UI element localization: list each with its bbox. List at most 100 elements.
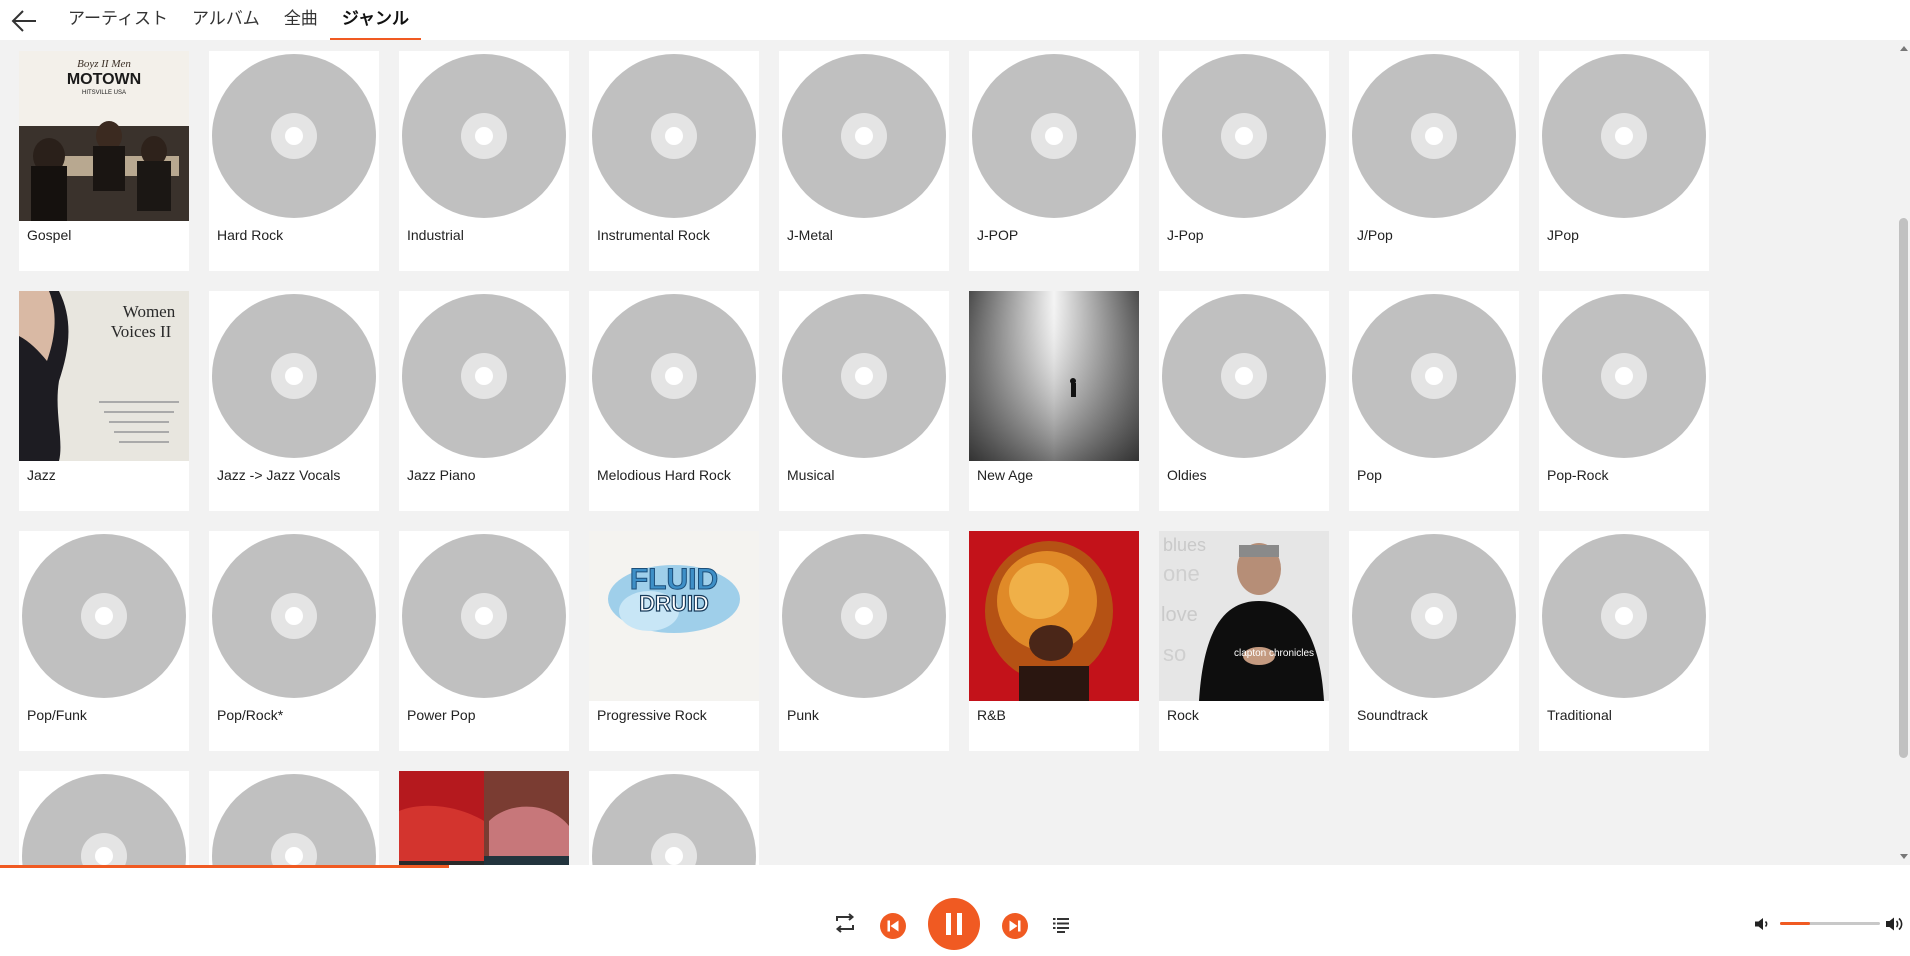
- genre-artwork: [969, 531, 1139, 701]
- tab-artists[interactable]: アーティスト: [56, 0, 180, 40]
- genre-card[interactable]: J/Pop: [1349, 51, 1519, 271]
- genre-card[interactable]: Jazz -> Jazz Vocals: [209, 291, 379, 511]
- genre-grid-viewport: Boyz II Men MOTOWN HITSVILLE USA Gospel H…: [0, 40, 1897, 865]
- genre-card[interactable]: R&B: [969, 531, 1139, 751]
- genre-label: Jazz -> Jazz Vocals: [217, 467, 341, 483]
- genre-card[interactable]: Pop-Rock: [1539, 291, 1709, 511]
- genre-artwork: [779, 291, 949, 461]
- genre-card[interactable]: Instrumental Rock: [589, 51, 759, 271]
- genre-artwork: [19, 771, 189, 865]
- genre-label: Rock: [1167, 707, 1199, 723]
- genre-card[interactable]: J-Metal: [779, 51, 949, 271]
- mute-button[interactable]: [1752, 914, 1772, 934]
- genre-card[interactable]: Punk: [779, 531, 949, 751]
- genre-card[interactable]: Jazz Piano: [399, 291, 569, 511]
- disc-placeholder-icon: [1352, 54, 1516, 218]
- genre-artwork: [1159, 291, 1329, 461]
- genre-card[interactable]: Pop: [1349, 291, 1519, 511]
- disc-placeholder-icon: [1162, 294, 1326, 458]
- tab-albums[interactable]: アルバム: [180, 0, 272, 40]
- arrow-left-icon: [11, 10, 36, 32]
- volume-high-icon: [1886, 917, 1903, 931]
- genre-card[interactable]: J-POP: [969, 51, 1139, 271]
- genre-artwork: [399, 51, 569, 221]
- genre-card[interactable]: Women Voices II Jazz: [19, 291, 189, 511]
- genre-card[interactable]: [589, 771, 759, 865]
- genre-artwork: [969, 291, 1139, 461]
- genre-card[interactable]: JPop: [1539, 51, 1709, 271]
- genre-label: Pop/Rock*: [217, 707, 284, 723]
- tab-bar: アーティスト アルバム 全曲 ジャンル: [56, 0, 421, 40]
- genre-label: J-Pop: [1167, 227, 1204, 243]
- queue-button[interactable]: [1049, 913, 1073, 937]
- genre-card[interactable]: Traditional: [1539, 531, 1709, 751]
- previous-track-button[interactable]: [879, 912, 907, 940]
- scroll-up-icon[interactable]: [1900, 46, 1908, 51]
- seek-bar[interactable]: [0, 865, 1910, 868]
- volume-slider-fill: [1780, 922, 1810, 925]
- genre-label: Industrial: [407, 227, 464, 243]
- genre-label: Punk: [787, 707, 819, 723]
- genre-artwork: [1349, 531, 1519, 701]
- disc-placeholder-icon: [1542, 294, 1706, 458]
- album-cover-rock: blues one love so clapton chronicles: [1159, 531, 1329, 701]
- genre-artwork: [1539, 291, 1709, 461]
- album-cover-jazz: Women Voices II: [19, 291, 189, 461]
- genre-card[interactable]: Melodious Hard Rock: [589, 291, 759, 511]
- genre-card[interactable]: FLUID DRUID Progressive Rock: [589, 531, 759, 751]
- volume-slider[interactable]: [1780, 922, 1880, 925]
- genre-grid: Boyz II Men MOTOWN HITSVILLE USA Gospel H…: [19, 51, 1739, 865]
- genre-card[interactable]: Industrial: [399, 51, 569, 271]
- genre-card[interactable]: Hard Rock: [209, 51, 379, 271]
- genre-label: Power Pop: [407, 707, 476, 723]
- genre-card[interactable]: Pop/Funk: [19, 531, 189, 751]
- genre-artwork: [1349, 51, 1519, 221]
- album-cover-collage: [399, 771, 569, 865]
- genre-artwork: [969, 51, 1139, 221]
- tab-all-songs[interactable]: 全曲: [272, 0, 330, 40]
- back-button[interactable]: [8, 5, 40, 37]
- album-cover-rnb: [969, 531, 1139, 701]
- tab-genres[interactable]: ジャンル: [329, 0, 421, 40]
- cover-text-line2: MOTOWN: [67, 71, 141, 88]
- play-pause-button[interactable]: [928, 898, 980, 950]
- genre-label: New Age: [977, 467, 1034, 483]
- genre-card[interactable]: Musical: [779, 291, 949, 511]
- next-track-button[interactable]: [1001, 912, 1029, 940]
- disc-placeholder-icon: [402, 54, 566, 218]
- genre-card[interactable]: [399, 771, 569, 865]
- disc-placeholder-icon: [1352, 294, 1516, 458]
- seek-bar-progress: [0, 865, 449, 868]
- genre-card[interactable]: New Age: [969, 291, 1139, 511]
- genre-card[interactable]: blues one love so clapton chronicles Roc…: [1159, 531, 1329, 751]
- svg-text:one: one: [1163, 561, 1200, 586]
- scrollbar-thumb[interactable]: [1899, 218, 1908, 758]
- genre-label: Pop/Funk: [27, 707, 87, 723]
- genre-label: Pop: [1357, 467, 1382, 483]
- genre-artwork: Boyz II Men MOTOWN HITSVILLE USA: [19, 51, 189, 221]
- genre-card[interactable]: Soundtrack: [1349, 531, 1519, 751]
- genre-card[interactable]: [19, 771, 189, 865]
- genre-card[interactable]: Power Pop: [399, 531, 569, 751]
- top-nav: アーティスト アルバム 全曲 ジャンル: [0, 0, 1910, 40]
- genre-label: JPop: [1547, 227, 1579, 243]
- disc-placeholder-icon: [592, 54, 756, 218]
- genre-label: Musical: [787, 467, 835, 483]
- genre-label: Jazz Piano: [407, 467, 476, 483]
- genre-card[interactable]: Boyz II Men MOTOWN HITSVILLE USA Gospel: [19, 51, 189, 271]
- genre-card[interactable]: Pop/Rock*: [209, 531, 379, 751]
- genre-artwork: [589, 291, 759, 461]
- genre-card[interactable]: Oldies: [1159, 291, 1329, 511]
- genre-artwork: [209, 291, 379, 461]
- repeat-button[interactable]: [831, 911, 859, 935]
- genre-card[interactable]: J-Pop: [1159, 51, 1329, 271]
- svg-text:blues: blues: [1163, 535, 1206, 555]
- genre-artwork: [1159, 51, 1329, 221]
- scroll-down-icon[interactable]: [1900, 854, 1908, 859]
- genre-artwork: [19, 531, 189, 701]
- vertical-scrollbar[interactable]: [1897, 40, 1910, 865]
- volume-max-button[interactable]: [1884, 913, 1906, 935]
- genre-label: Jazz: [27, 467, 56, 483]
- genre-card[interactable]: [209, 771, 379, 865]
- genre-artwork: Women Voices II: [19, 291, 189, 461]
